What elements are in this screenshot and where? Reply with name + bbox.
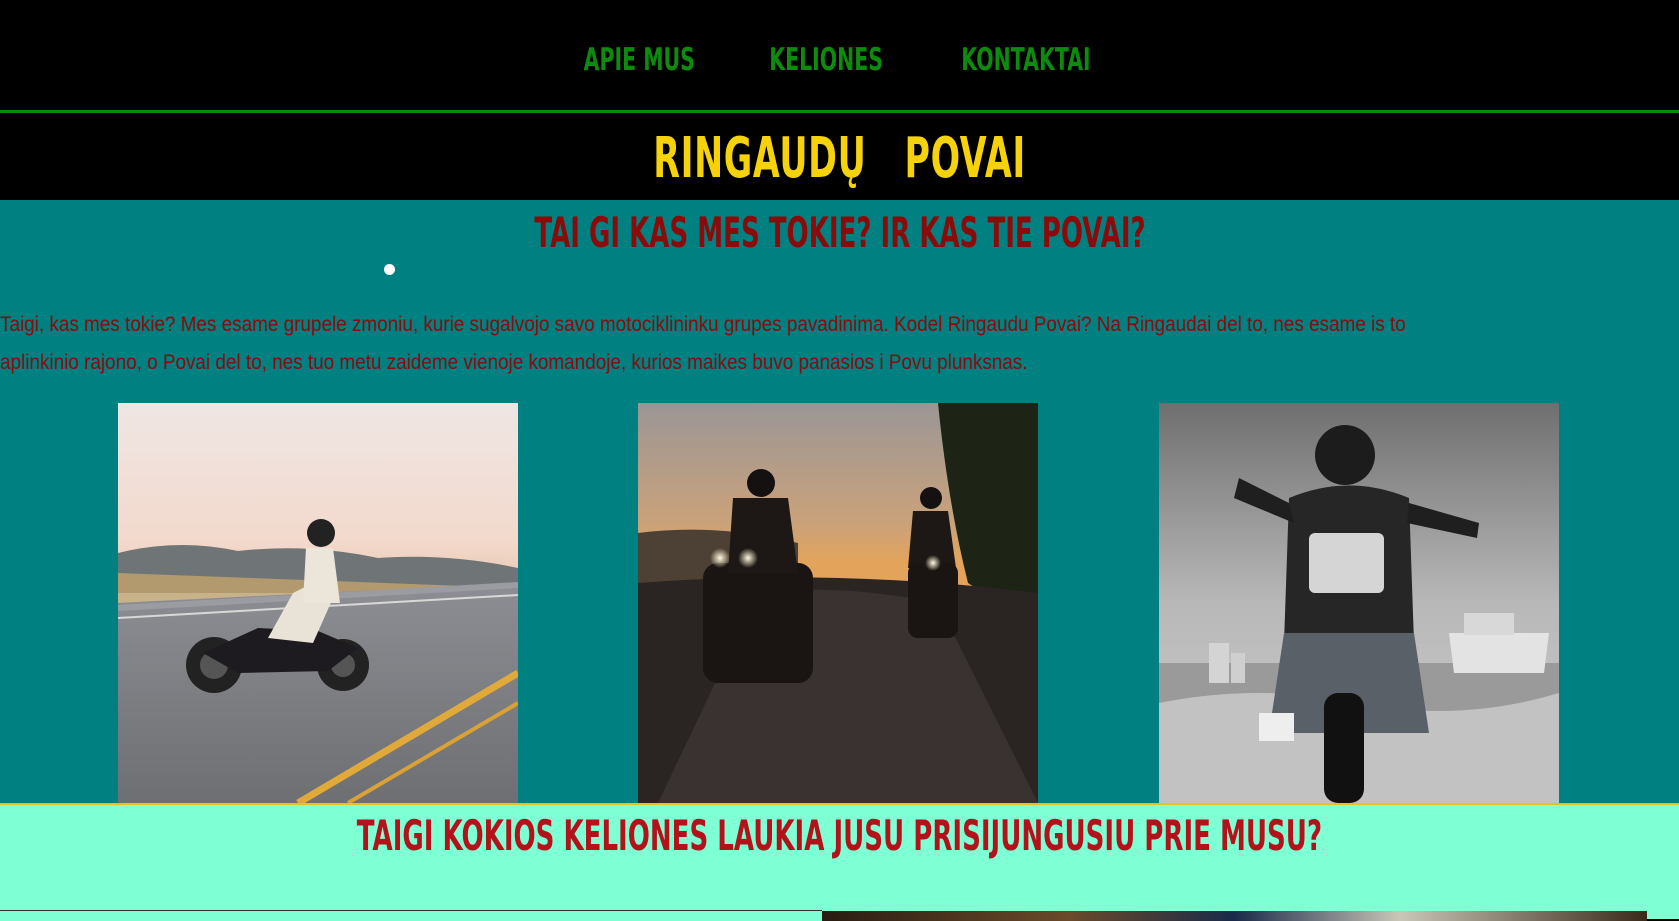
photo-riders-dusk-image [638, 403, 1038, 803]
brand-banner: RINGAUDŲ POVAI [0, 116, 1679, 200]
nav-menu: APIE MUS KELIONES KONTAKTAI [555, 42, 1124, 78]
photo-rider-highway [118, 403, 518, 803]
about-paragraph: Taigi, kas mes tokie? Mes esame grupele … [0, 306, 1679, 382]
about-paragraph-line-2: aplinkinio rajono, o Povai del to, nes t… [0, 351, 1028, 374]
about-paragraph-line-1: Taigi, kas mes tokie? Mes esame grupele … [0, 313, 1406, 336]
about-section: TAI GI KAS MES TOKIE? IR KAS TIE POVAI? … [0, 200, 1679, 803]
trips-section: TAIGI KOKIOS KELIONES LAUKIA JUSU PRISIJ… [0, 803, 1679, 921]
nav-link-apie-mus[interactable]: APIE MUS [584, 42, 695, 78]
site-title: RINGAUDŲ POVAI [653, 125, 1026, 191]
trip-card-right-image [822, 911, 1647, 921]
trips-heading: TAIGI KOKIOS KELIONES LAUKIA JUSU PRISIJ… [0, 811, 1679, 860]
list-bullet [384, 264, 395, 275]
about-heading: TAI GI KAS MES TOKIE? IR KAS TIE POVAI? [0, 208, 1679, 257]
nav-link-keliones[interactable]: KELIONES [769, 42, 883, 78]
about-heading-text: TAI GI KAS MES TOKIE? IR KAS TIE POVAI? [533, 208, 1146, 257]
photo-riders-dusk [638, 403, 1038, 803]
top-navigation: APIE MUS KELIONES KONTAKTAI [0, 0, 1679, 113]
trip-card-left [0, 910, 822, 921]
photo-rider-seaside [1159, 403, 1559, 803]
photo-rider-highway-image [118, 403, 518, 803]
nav-link-kontaktai[interactable]: KONTAKTAI [961, 42, 1090, 78]
trips-heading-text: TAIGI KOKIOS KELIONES LAUKIA JUSU PRISIJ… [356, 811, 1323, 860]
photo-rider-seaside-image [1159, 403, 1559, 803]
